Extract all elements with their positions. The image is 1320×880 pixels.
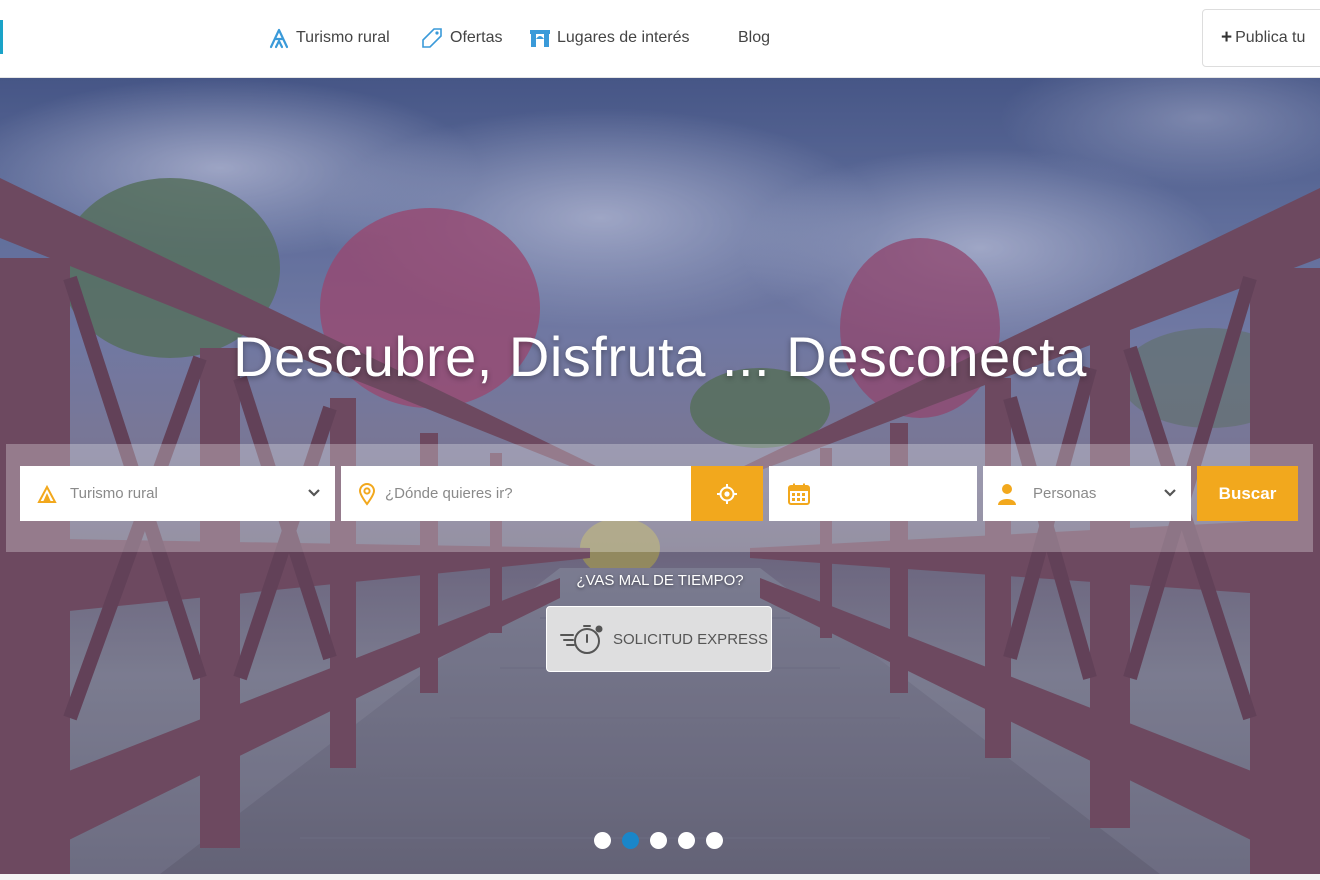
nav-label: Ofertas xyxy=(450,29,503,46)
tag-icon xyxy=(422,28,442,48)
hero-title: Descubre, Disfruta ... Desconecta xyxy=(233,325,1087,388)
chevron-down-icon xyxy=(308,489,320,497)
slider-pagination xyxy=(594,832,734,850)
weather-question: ¿VAS MAL DE TIEMPO? xyxy=(576,572,744,589)
accommodation-type-select[interactable]: Turismo rural xyxy=(20,466,335,521)
nav-blog[interactable]: Blog xyxy=(738,26,770,50)
logo[interactable] xyxy=(0,20,3,54)
stopwatch-icon xyxy=(560,625,603,654)
calendar-icon xyxy=(788,483,810,505)
plus-icon: + xyxy=(1221,27,1233,48)
tent-icon xyxy=(37,484,57,503)
hero-slider: Descubre, Disfruta ... Desconecta Turism… xyxy=(0,78,1320,874)
accommodation-type-value: Turismo rural xyxy=(70,485,158,502)
nav-lugares-de-interes[interactable]: Lugares de interés xyxy=(529,26,690,50)
publish-button[interactable]: + Publica tu xyxy=(1202,9,1320,67)
nav-label: Blog xyxy=(738,29,771,46)
tent-icon xyxy=(269,28,289,49)
nav-turismo-rural[interactable]: Turismo rural xyxy=(268,26,390,50)
slider-dot-active[interactable] xyxy=(622,832,639,849)
slider-dot[interactable] xyxy=(706,832,723,849)
crosshair-icon xyxy=(717,483,737,504)
chevron-down-icon xyxy=(1164,489,1176,497)
geolocate-button[interactable] xyxy=(691,466,763,521)
landmark-icon xyxy=(530,30,550,47)
slider-dot[interactable] xyxy=(678,832,695,849)
express-request-button[interactable]: SOLICITUD EXPRESS xyxy=(546,606,772,672)
search-button[interactable]: Buscar xyxy=(1197,466,1298,521)
person-icon xyxy=(998,483,1016,505)
nav-label: Lugares de interés xyxy=(557,29,690,46)
people-value: Personas xyxy=(1033,485,1097,502)
nav-label: Turismo rural xyxy=(296,29,390,46)
express-label: SOLICITUD EXPRESS xyxy=(613,630,769,648)
page-bottom-strip xyxy=(0,874,1320,880)
nav-ofertas[interactable]: Ofertas xyxy=(420,26,502,50)
top-header: Turismo rural Ofertas Lugares de interés… xyxy=(0,0,1320,78)
destination-input[interactable]: ¿Dónde quieres ir? xyxy=(341,466,691,521)
slider-dot[interactable] xyxy=(650,832,667,849)
people-select[interactable]: Personas xyxy=(983,466,1191,521)
dates-input[interactable] xyxy=(769,466,977,521)
location-pin-icon xyxy=(358,482,376,506)
destination-placeholder: ¿Dónde quieres ir? xyxy=(385,485,513,502)
slider-dot[interactable] xyxy=(594,832,611,849)
publish-label: Publica tu xyxy=(1235,29,1306,46)
